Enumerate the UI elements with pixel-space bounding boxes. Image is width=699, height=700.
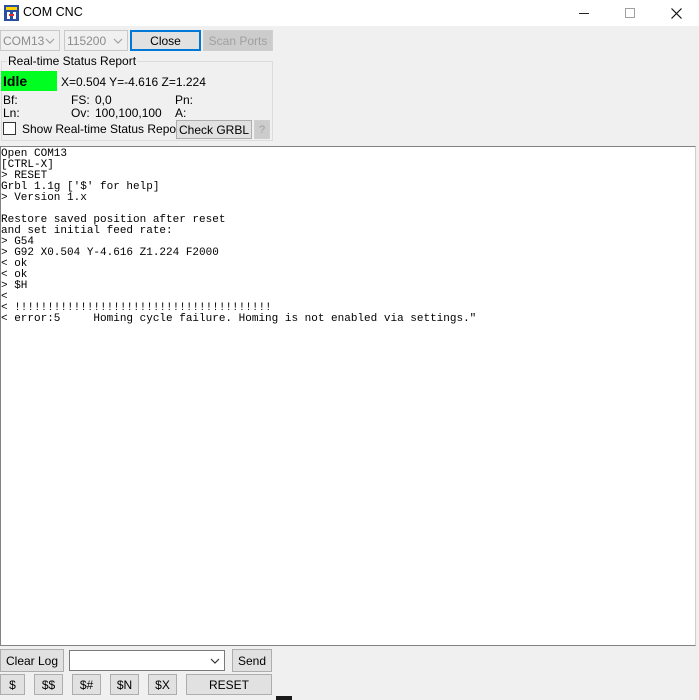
maximize-icon <box>625 8 635 18</box>
dollar-n-button[interactable]: $N <box>110 674 139 695</box>
baud-value: 115200 <box>67 34 107 48</box>
ov-label: Ov: <box>71 106 90 120</box>
chevron-down-icon <box>45 38 55 44</box>
ov-value: 100,100,100 <box>95 106 162 120</box>
title-bar: COM CNC <box>0 0 699 26</box>
help-button[interactable]: ? <box>254 120 270 139</box>
command-input[interactable] <box>69 650 225 671</box>
status-group-title: Real-time Status Report <box>7 54 138 68</box>
check-grbl-button[interactable]: Check GRBL <box>176 120 252 139</box>
state-badge: Idle <box>1 71 57 91</box>
scan-ports-button[interactable]: Scan Ports <box>203 30 273 51</box>
pn-label: Pn: <box>175 93 194 107</box>
chevron-down-icon <box>113 38 123 44</box>
position-readout: X=0.504 Y=-4.616 Z=1.224 <box>61 75 206 89</box>
show-status-label: Show Real-time Status Report <box>22 122 184 136</box>
dollar-dollar-button[interactable]: $$ <box>34 674 63 695</box>
clear-log-button[interactable]: Clear Log <box>0 649 64 672</box>
close-window-button[interactable] <box>653 0 699 26</box>
fs-value: 0,0 <box>95 93 112 107</box>
log-line: > G92 X0.504 Y-4.616 Z1.224 F2000 <box>1 247 219 259</box>
reset-button[interactable]: RESET <box>186 674 272 695</box>
log-line: < error:5 Homing cycle failure. Homing i… <box>1 313 477 325</box>
show-status-checkbox[interactable] <box>3 122 16 135</box>
taskbar-fragment <box>276 696 292 700</box>
dollar-x-button[interactable]: $X <box>148 674 177 695</box>
dollar-hash-button[interactable]: $# <box>72 674 101 695</box>
close-port-button[interactable]: Close <box>130 30 201 51</box>
window-title: COM CNC <box>23 5 83 19</box>
minimize-button[interactable] <box>561 0 607 26</box>
send-button[interactable]: Send <box>232 649 272 672</box>
minimize-icon <box>579 12 589 14</box>
bf-label: Bf: <box>3 93 18 107</box>
close-icon <box>670 7 682 19</box>
fs-label: FS: <box>71 93 90 107</box>
a-label: A: <box>175 106 187 120</box>
chevron-down-icon <box>210 658 220 664</box>
log-line: > Version 1.x <box>1 192 87 204</box>
ln-label: Ln: <box>3 106 20 120</box>
port-select[interactable]: COM13 <box>0 30 60 51</box>
baud-select[interactable]: 115200 <box>64 30 128 51</box>
dollar-button[interactable]: $ <box>0 674 25 695</box>
app-icon <box>4 5 19 21</box>
port-value: COM13 <box>3 34 45 48</box>
console-log[interactable]: Open COM13 [CTRL-X] > RESET Grbl 1.1g ['… <box>0 146 696 646</box>
maximize-button[interactable] <box>607 0 653 26</box>
